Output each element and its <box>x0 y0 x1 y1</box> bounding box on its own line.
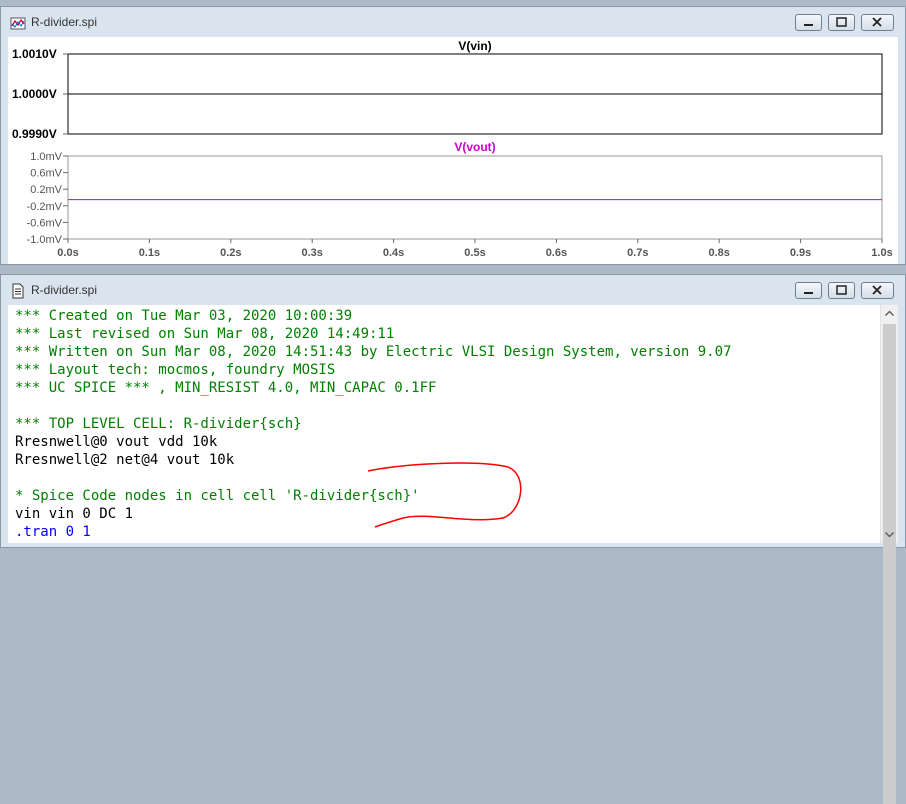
netlist-window: R-divider.spi *** Created on Tue Mar 03,… <box>0 274 906 804</box>
netlist-line[interactable]: .tran 0 1 <box>15 523 881 541</box>
x-tick-label: 0.5s <box>464 247 485 259</box>
waveform-titlebar[interactable]: R-divider.spi <box>1 7 905 37</box>
netlist-blank-line[interactable] <box>15 469 881 487</box>
waveform-window-title: R-divider.spi <box>31 15 98 29</box>
close-icon <box>872 285 882 295</box>
y-tick-label: -1.0mV <box>27 234 63 246</box>
minimize-button[interactable] <box>795 282 822 299</box>
y-tick-label: 0.9990V <box>12 127 57 141</box>
x-tick-label: 0.1s <box>139 247 160 259</box>
maximize-icon <box>836 285 847 295</box>
x-tick-label: 0.7s <box>627 247 648 259</box>
y-tick-label: 0.2mV <box>30 184 62 196</box>
netlist-window-title: R-divider.spi <box>31 283 98 297</box>
netlist-line[interactable]: *** Layout tech: mocmos, foundry MOSIS <box>15 361 881 379</box>
netlist-line[interactable]: *** Created on Tue Mar 03, 2020 10:00:39 <box>15 307 881 325</box>
x-tick-label: 1.0s <box>871 247 892 259</box>
x-tick-label: 0.3s <box>301 247 322 259</box>
netlist-line[interactable]: vin vin 0 DC 1 <box>15 505 881 523</box>
maximize-button[interactable] <box>828 282 855 299</box>
y-tick-label: 1.0010V <box>12 47 57 61</box>
netlist-line[interactable]: * Spice Code nodes in cell cell 'R-divid… <box>15 487 881 505</box>
trace-title: V(vin) <box>458 39 491 53</box>
close-icon <box>872 17 882 27</box>
x-tick-label: 0.2s <box>220 247 241 259</box>
netlist-line[interactable]: *** UC SPICE *** , MIN_RESIST 4.0, MIN_C… <box>15 379 881 397</box>
y-tick-label: -0.6mV <box>27 217 63 229</box>
x-tick-label: 0.4s <box>383 247 404 259</box>
netlist-line[interactable]: *** Written on Sun Mar 08, 2020 14:51:43… <box>15 343 881 361</box>
minimize-button[interactable] <box>795 14 822 31</box>
waveform-window: R-divider.spi V(vin) 1.0010V 1.0000V 0.9990… <box>0 6 906 265</box>
maximize-icon <box>836 17 847 27</box>
netlist-text[interactable]: *** Created on Tue Mar 03, 2020 10:00:39… <box>8 305 881 543</box>
y-tick-label: -0.2mV <box>27 201 63 213</box>
plot-frame <box>67 155 883 240</box>
scroll-up-icon[interactable] <box>881 305 898 322</box>
x-tick-label: 0.9s <box>790 247 811 259</box>
waveform-plot-area[interactable]: V(vin) 1.0010V 1.0000V 0.9990V V(vout) 1.0mV 0… <box>8 37 898 264</box>
y-tick-label: 0.6mV <box>30 168 62 180</box>
netlist-blank-line[interactable] <box>15 397 881 415</box>
netlist-text-area[interactable]: *** Created on Tue Mar 03, 2020 10:00:39… <box>8 305 898 804</box>
netlist-line[interactable]: *** Last revised on Sun Mar 08, 2020 14:… <box>15 325 881 343</box>
netlist-titlebar[interactable]: R-divider.spi <box>1 275 905 305</box>
x-tick-label: 0.0s <box>57 247 78 259</box>
document-icon <box>12 283 24 299</box>
maximize-button[interactable] <box>828 14 855 31</box>
minimize-icon <box>804 292 813 294</box>
y-tick-label: 1.0mV <box>30 151 62 163</box>
x-tick-label: 0.8s <box>708 247 729 259</box>
y-tick-label: 1.0000V <box>12 87 57 101</box>
trace-title: V(vout) <box>454 140 495 154</box>
waveform-chart[interactable]: V(vin) 1.0010V 1.0000V 0.9990V V(vout) 1.0mV 0… <box>8 37 898 264</box>
scroll-down-icon[interactable] <box>881 526 898 543</box>
vertical-scrollbar[interactable] <box>880 305 898 804</box>
minimize-icon <box>804 24 813 26</box>
close-button[interactable] <box>861 282 894 299</box>
x-tick-label: 0.6s <box>546 247 567 259</box>
netlist-line[interactable]: *** TOP LEVEL CELL: R-divider{sch} <box>15 415 881 433</box>
netlist-line[interactable]: Rresnwell@0 vout vdd 10k <box>15 433 881 451</box>
close-button[interactable] <box>861 14 894 31</box>
netlist-line[interactable]: Rresnwell@2 net@4 vout 10k <box>15 451 881 469</box>
waveform-file-icon <box>10 17 26 30</box>
scrollbar-thumb[interactable] <box>883 324 896 804</box>
